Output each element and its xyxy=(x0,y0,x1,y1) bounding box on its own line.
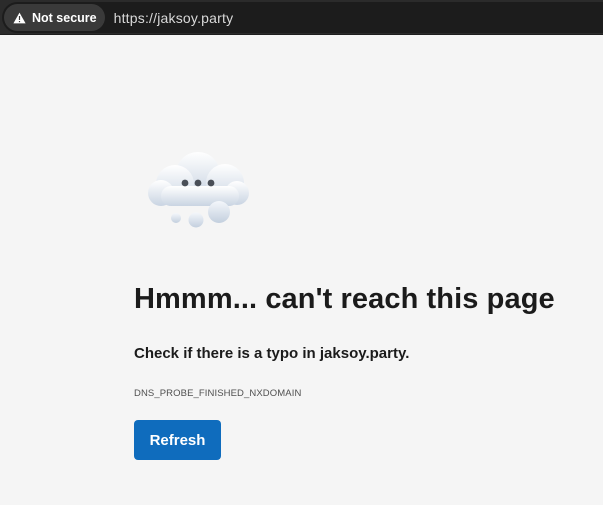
url-text[interactable]: https://jaksoy.party xyxy=(114,10,234,26)
security-label: Not secure xyxy=(32,10,97,25)
error-code: DNS_PROBE_FINISHED_NXDOMAIN xyxy=(134,388,302,399)
address-bar[interactable]: Not secure https://jaksoy.party xyxy=(2,2,603,33)
page-title: Hmmm... can't reach this page xyxy=(134,283,555,315)
typo-hint: Check if there is a typo in jaksoy.party… xyxy=(134,345,410,362)
warning-triangle-icon xyxy=(13,12,26,23)
site-security-button[interactable]: Not secure xyxy=(4,4,105,31)
cloud-thinking-icon xyxy=(148,152,249,228)
refresh-button[interactable]: Refresh xyxy=(134,420,221,460)
browser-toolbar: Not secure https://jaksoy.party xyxy=(0,0,603,35)
